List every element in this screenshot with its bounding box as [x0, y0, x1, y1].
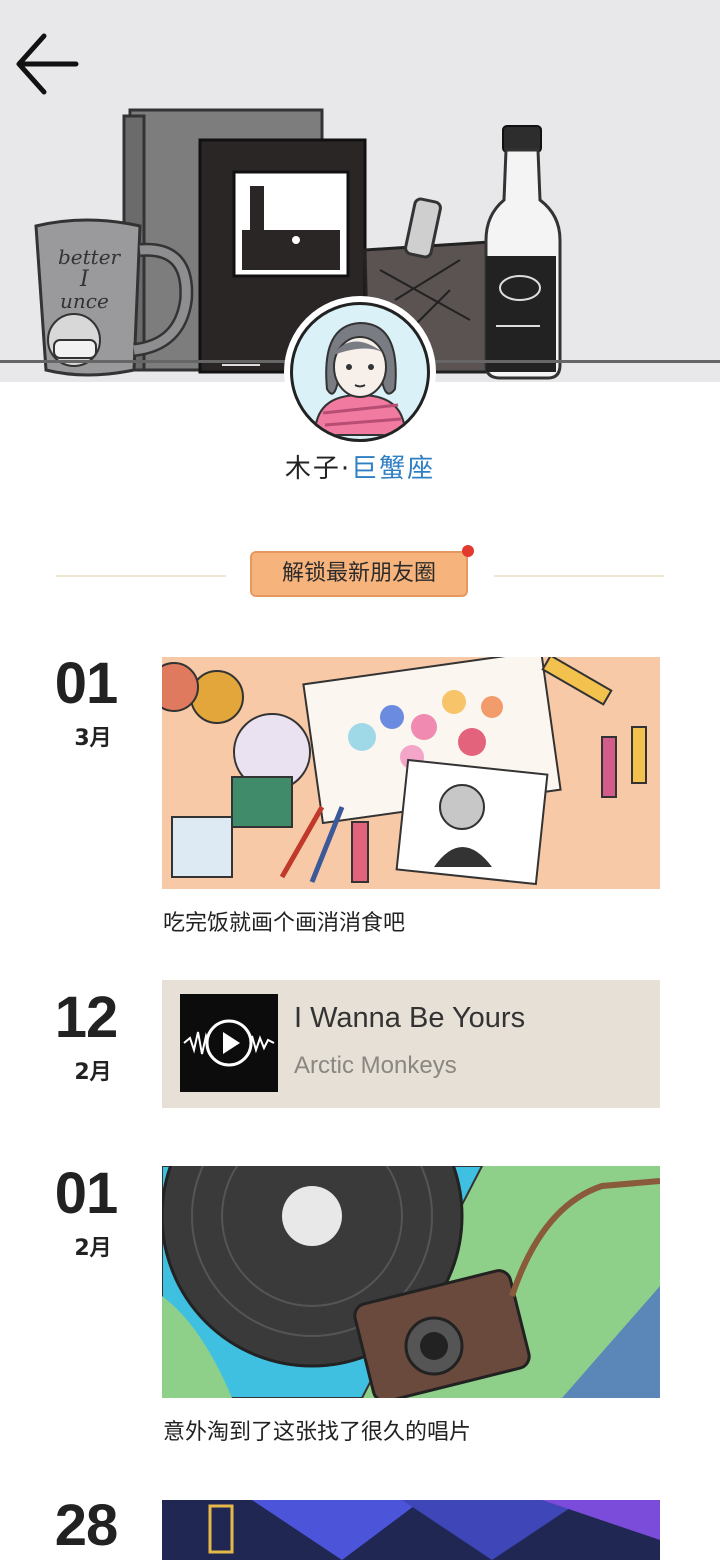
music-share-card[interactable]: I Wanna Be Yours Arctic Monkeys	[162, 980, 660, 1108]
post-day: 01	[54, 651, 119, 716]
post-image-record[interactable]	[162, 1166, 660, 1398]
divider-left	[56, 575, 226, 577]
avatar-illustration	[290, 302, 430, 442]
post-image-painting[interactable]	[162, 657, 660, 889]
post-month: 3月	[74, 726, 112, 751]
post-image-partial[interactable]	[162, 1500, 660, 1560]
post-month: 2月	[74, 1060, 112, 1085]
profile-avatar[interactable]	[284, 296, 436, 448]
divider-right	[494, 575, 664, 577]
music-title: I Wanna Be Yours	[294, 1002, 526, 1034]
profile-nickname: 木子·	[284, 454, 352, 484]
arrow-left-icon	[16, 33, 79, 95]
post-day: 12	[54, 985, 119, 1050]
music-artist: Arctic Monkeys	[294, 1052, 457, 1079]
album-cover	[180, 994, 278, 1092]
back-button[interactable]	[14, 30, 80, 96]
svg-text:better: better	[58, 245, 122, 269]
svg-text:unce: unce	[60, 289, 109, 313]
profile-name: 木子·巨蟹座	[0, 448, 720, 485]
post-caption: 吃完饭就画个画消消食吧	[163, 911, 406, 936]
post-day: 28	[54, 1493, 119, 1558]
post-day: 01	[54, 1161, 119, 1226]
post-caption: 意外淘到了这张找了很久的唱片	[163, 1420, 472, 1445]
unlock-moments-button[interactable]: 解锁最新朋友圈	[250, 551, 468, 597]
profile-zodiac: 巨蟹座	[351, 454, 436, 484]
notification-dot	[462, 545, 474, 557]
post-month: 2月	[74, 1236, 112, 1261]
